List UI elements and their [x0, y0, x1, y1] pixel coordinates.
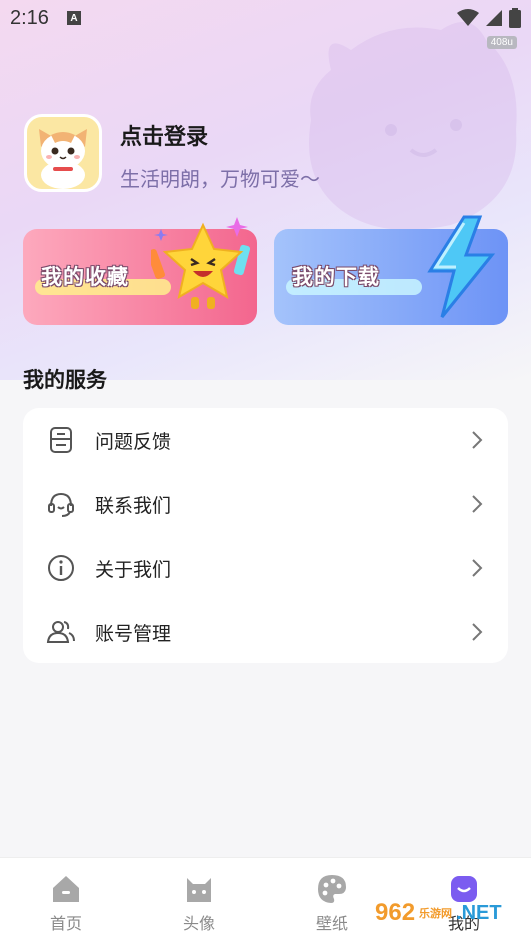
chevron-right-icon — [472, 495, 483, 513]
home-icon — [53, 876, 79, 902]
status-bar: 2:16 A — [0, 0, 531, 36]
notification-icon: A — [66, 11, 81, 25]
downloads-label: 我的下载 — [292, 265, 380, 289]
chevron-right-icon — [472, 623, 483, 641]
favorites-label: 我的收藏 — [41, 265, 129, 289]
cat-avatar-icon — [39, 129, 87, 189]
nav-wallpaper[interactable]: 壁纸 — [292, 872, 372, 934]
star-mascot-icon — [151, 217, 251, 309]
lightning-icon — [427, 215, 496, 318]
nav-label: 壁纸 — [315, 914, 348, 933]
chevron-right-icon — [472, 431, 483, 449]
services-list: 问题反馈 联系我们 关于我们 账号管理 — [23, 408, 508, 663]
watermark-sub: 乐游网 — [419, 907, 453, 920]
service-item-about[interactable]: 关于我们 — [23, 536, 508, 600]
nav-label: 首页 — [49, 914, 82, 933]
nav-avatar[interactable]: 头像 — [159, 872, 239, 934]
wifi-icon — [457, 9, 479, 26]
status-time: 2:16 — [10, 6, 49, 29]
login-area[interactable]: 点击登录 生活明朗，万物可爱～ — [24, 114, 320, 192]
palette-icon — [318, 875, 346, 903]
watermark-number: 962 — [375, 899, 416, 926]
nav-home[interactable]: 首页 — [26, 872, 106, 934]
cat-icon — [187, 878, 211, 902]
chevron-right-icon — [472, 559, 483, 577]
users-icon — [46, 621, 75, 643]
network-speed: 408u — [486, 36, 517, 49]
feedback-icon — [50, 427, 72, 453]
headset-icon — [48, 492, 74, 517]
services-title: 我的服务 — [23, 368, 107, 392]
watermark-domain: .NET — [456, 901, 502, 924]
service-label: 问题反馈 — [95, 430, 172, 453]
service-item-contact[interactable]: 联系我们 — [23, 472, 508, 536]
downloads-card[interactable]: 我的下载 — [274, 215, 508, 325]
site-watermark: 962 乐游网 .NET — [375, 890, 525, 936]
service-item-account[interactable]: 账号管理 — [23, 600, 508, 664]
nav-label: 头像 — [182, 914, 215, 933]
favorites-card[interactable]: 我的收藏 — [23, 217, 257, 325]
signal-icon — [486, 10, 502, 26]
avatar[interactable] — [24, 114, 102, 192]
service-label: 联系我们 — [95, 494, 172, 517]
service-label: 关于我们 — [95, 558, 172, 581]
service-item-feedback[interactable]: 问题反馈 — [23, 408, 508, 472]
login-button[interactable]: 点击登录 — [120, 119, 320, 151]
info-icon — [48, 555, 74, 581]
profile-motto: 生活明朗，万物可爱～ — [120, 166, 320, 191]
battery-icon — [509, 8, 521, 28]
service-label: 账号管理 — [95, 622, 172, 645]
